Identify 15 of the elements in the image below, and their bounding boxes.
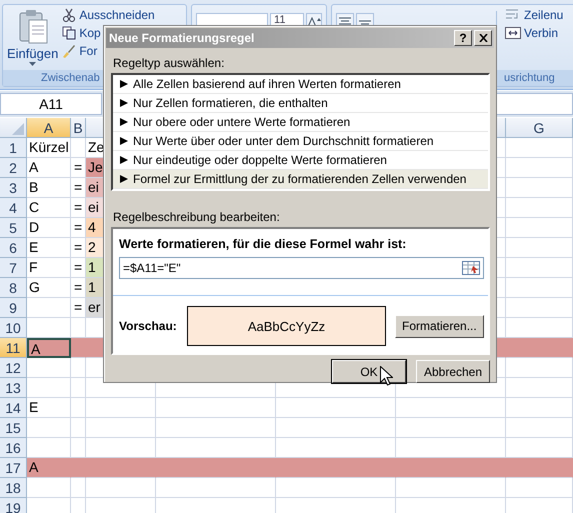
table-cell: Kürzel: [27, 138, 71, 158]
table-cell: B: [27, 178, 71, 198]
table-cell: G: [27, 278, 71, 298]
preview-sample: AaBbCcYyZz: [187, 306, 386, 346]
table-cell: F: [27, 258, 71, 278]
table-cell: A: [27, 458, 71, 478]
table-cell: E: [27, 398, 71, 418]
table-cell: A: [27, 158, 71, 178]
table-cell: E: [27, 238, 71, 258]
table-cell: A: [27, 338, 71, 358]
preview-label: Vorschau:: [119, 319, 178, 333]
table-cell: C: [27, 198, 71, 218]
window-title: Neue Formatierungsregel: [109, 31, 256, 45]
table-cell: D: [27, 218, 71, 238]
section-label: Regeltyp auswählen:: [113, 56, 226, 70]
